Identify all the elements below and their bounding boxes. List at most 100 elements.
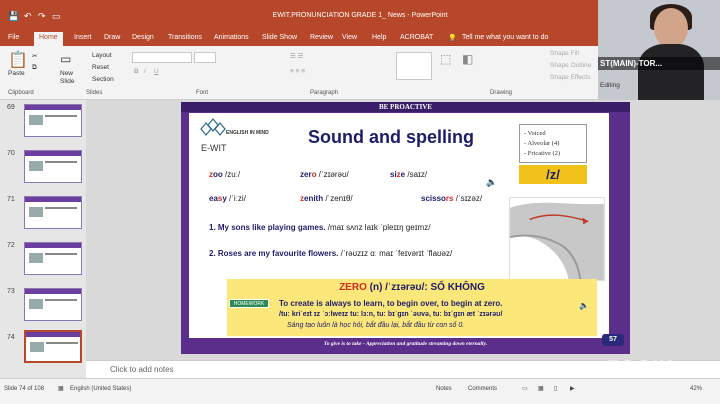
- tab-design[interactable]: Design: [132, 34, 154, 41]
- ribbon-tabs: File Home Insert Draw Design Transitions…: [0, 32, 600, 46]
- word-easy: easy /ˈiːzi/: [209, 194, 246, 203]
- section-button[interactable]: Section: [92, 76, 114, 83]
- word-zero: zero /ˈzɪərəʊ/: [300, 170, 349, 179]
- shape-fill-button[interactable]: Shape Fill: [550, 50, 579, 57]
- status-bar: Slide 74 of 108 ▦ English (United States…: [0, 378, 720, 404]
- speaker-icon[interactable]: 🔈: [486, 177, 497, 188]
- slide-thumbnails: 69 70 71 72 73 74: [0, 100, 86, 363]
- slides-group-label: Slides: [86, 90, 103, 96]
- underline-icon[interactable]: U: [154, 68, 159, 75]
- tab-file[interactable]: File: [8, 34, 19, 41]
- participant-video[interactable]: ST(MAIN)-TOR... Editing: [598, 0, 720, 101]
- feature-line: - Voiced: [524, 130, 546, 137]
- current-slide[interactable]: BE PROACTIVE ENGLISH IN MIND E-WIT Sound…: [181, 102, 630, 354]
- vocabulary-title: ZERO (n) /ˈzɪərəʊ/: SỐ KHÔNG: [339, 282, 485, 293]
- brand-tagline: ENGLISH IN MIND: [226, 130, 269, 136]
- thumb-number: 73: [7, 288, 15, 295]
- font-size-select[interactable]: [194, 52, 216, 63]
- cut-icon[interactable]: ✂: [32, 52, 37, 60]
- phoneme-label: /z/: [519, 165, 587, 184]
- mouth-diagram: [509, 197, 605, 281]
- slide-thumbnail-selected[interactable]: [24, 330, 82, 363]
- feature-line: - Fricative (2): [524, 150, 561, 157]
- align-icon[interactable]: ≡ ≡ ≡: [290, 68, 305, 75]
- tab-draw[interactable]: Draw: [104, 34, 120, 41]
- word-zenith: zenith /ˈzenɪθ/: [300, 194, 353, 203]
- thumb-number: 72: [7, 242, 15, 249]
- page-number: 57: [602, 334, 624, 346]
- shape-outline-button[interactable]: Shape Outline: [550, 62, 591, 69]
- ewit-logo-icon: [200, 118, 226, 136]
- tab-transitions[interactable]: Transitions: [168, 34, 202, 41]
- quote-vietnamese: Sáng tạo luôn là học hỏi, bắt đầu lại, b…: [287, 322, 465, 329]
- sound-features-box: - Voiced - Alveolar (4) - Fricative (2): [519, 124, 587, 163]
- spelling-icon[interactable]: ▦: [58, 385, 64, 392]
- participant-face: [654, 8, 688, 48]
- slide-footer: To give is to take - Appreciation and gr…: [323, 341, 488, 347]
- slide-counter: Slide 74 of 108: [4, 386, 45, 392]
- zoom-level[interactable]: 42%: [690, 386, 702, 392]
- example-sentence-1: 1. My sons like playing games. /maɪ sʌnz…: [209, 223, 431, 232]
- slideshow-icon[interactable]: ▶: [570, 385, 575, 392]
- thumb-number: 74: [7, 334, 15, 341]
- reset-button[interactable]: Reset: [92, 64, 109, 71]
- new-slide-button[interactable]: New Slide: [60, 70, 82, 86]
- word-scissors: scissors /ˈsɪzəz/: [421, 194, 483, 203]
- tell-me-search[interactable]: Tell me what you want to do: [462, 34, 548, 41]
- slide-thumbnail[interactable]: [24, 196, 82, 229]
- slide-thumbnail[interactable]: [24, 288, 82, 321]
- font-group-label: Font: [196, 90, 209, 96]
- thumb-number: 69: [7, 104, 15, 111]
- comments-button[interactable]: Comments: [468, 386, 497, 392]
- participant-name: ST(MAIN)-TOR...: [598, 57, 720, 70]
- lightbulb-icon: 💡: [448, 35, 457, 42]
- quote-ipa: /tuː kriˈeɪt ɪz ˈɔːlweɪz tuː lɜːn, tuː b…: [279, 311, 503, 318]
- notes-placeholder[interactable]: Click to add notes: [110, 365, 174, 374]
- layout-button[interactable]: Layout: [92, 52, 112, 59]
- reading-view-icon[interactable]: ▯: [554, 385, 557, 392]
- thumb-number: 71: [7, 196, 15, 203]
- tab-home[interactable]: Home: [34, 32, 63, 46]
- normal-view-icon[interactable]: ▭: [522, 385, 528, 392]
- feature-line: - Alveolar (4): [524, 140, 560, 147]
- drawing-group-label: Drawing: [490, 90, 513, 96]
- quote-english: To create is always to learn, to begin o…: [279, 299, 503, 308]
- slide-thumbnail[interactable]: [24, 150, 82, 183]
- clipboard-icon[interactable]: 📋: [8, 50, 28, 70]
- tab-slide-show[interactable]: Slide Show: [262, 34, 297, 41]
- tab-view[interactable]: View: [342, 34, 357, 41]
- quick-styles-icon[interactable]: ◧: [462, 52, 473, 66]
- word-zoo: zoo /zuː/: [209, 170, 241, 179]
- tab-insert[interactable]: Insert: [74, 34, 92, 41]
- bold-icon[interactable]: B: [134, 68, 139, 75]
- notes-button[interactable]: Notes: [436, 386, 452, 392]
- brand-name: E-WIT: [201, 143, 227, 153]
- tab-acrobat[interactable]: ACROBAT: [400, 34, 433, 41]
- tab-animations[interactable]: Animations: [214, 34, 249, 41]
- thumb-number: 70: [7, 150, 15, 157]
- copy-icon[interactable]: ⧉: [32, 64, 37, 72]
- shape-effects-button[interactable]: Shape Effects: [550, 74, 590, 81]
- bullets-icon[interactable]: ☰ ☰: [290, 52, 303, 60]
- slide-content: ENGLISH IN MIND E-WIT Sound and spelling…: [189, 113, 609, 338]
- tab-review[interactable]: Review: [310, 34, 333, 41]
- slide-thumbnail[interactable]: [24, 242, 82, 275]
- slide-title: Sound and spelling: [308, 127, 474, 147]
- word-size: size /saɪz/: [390, 170, 428, 179]
- tab-help[interactable]: Help: [372, 34, 386, 41]
- arrange-icon[interactable]: ⬚: [440, 52, 451, 66]
- paste-button[interactable]: Paste: [8, 70, 25, 77]
- font-name-select[interactable]: [132, 52, 192, 63]
- clipboard-group-label: Clipboard: [8, 90, 34, 96]
- slide-thumbnail[interactable]: [24, 104, 82, 137]
- paragraph-group-label: Paragraph: [310, 90, 339, 96]
- example-sentence-2: 2. Roses are my favourite flowers. /ˈrəʊ…: [209, 249, 453, 258]
- italic-icon[interactable]: I: [144, 68, 146, 75]
- slide-sorter-icon[interactable]: ▦: [538, 385, 544, 392]
- editing-group-label: Editing: [600, 82, 620, 89]
- new-slide-icon[interactable]: ▭: [60, 52, 71, 66]
- language-status[interactable]: English (United States): [70, 386, 131, 392]
- speaker-icon[interactable]: 🔈: [579, 301, 589, 310]
- vocabulary-box: ZERO (n) /ˈzɪərəʊ/: SỐ KHÔNG HOMEWORK To…: [227, 279, 597, 336]
- shapes-gallery[interactable]: [396, 52, 432, 80]
